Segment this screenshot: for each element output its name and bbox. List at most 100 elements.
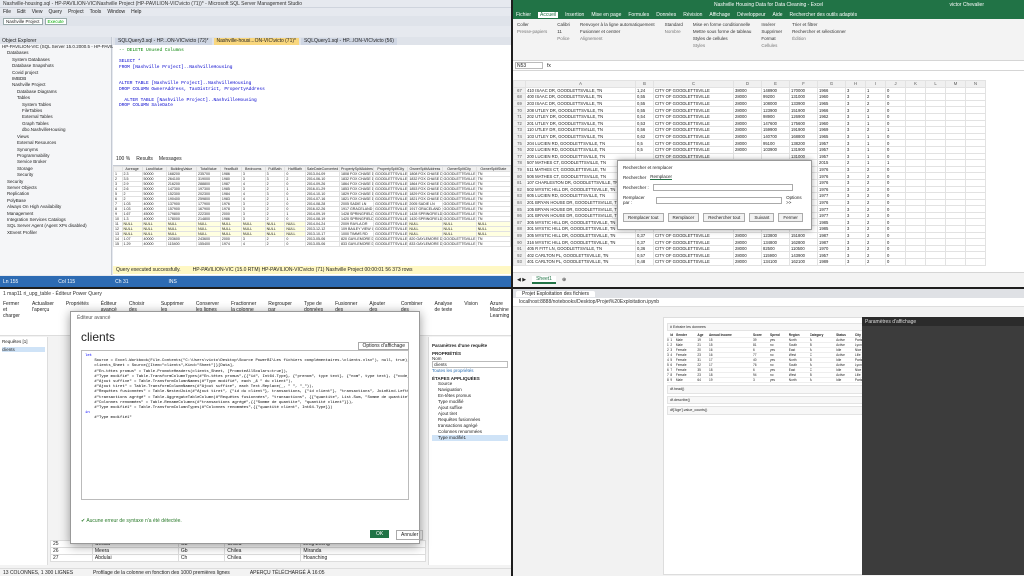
cell[interactable]: GOODLETTSVILLE	[373, 231, 409, 237]
cell[interactable]: Ch	[177, 554, 226, 562]
cell[interactable]	[905, 192, 926, 200]
cell[interactable]: CITY OF GOODLETTSVILLE	[653, 119, 734, 128]
row-number[interactable]: 71	[513, 112, 526, 121]
cell[interactable]: 1965	[817, 99, 846, 108]
cell[interactable]	[965, 205, 986, 213]
cell[interactable]: 3	[845, 112, 866, 121]
cell[interactable]: 0	[885, 251, 906, 260]
cell[interactable]: 3	[845, 165, 866, 174]
cell[interactable]: 3	[845, 231, 866, 240]
cell[interactable]: GOODLETTSVILLE	[373, 211, 409, 217]
cell[interactable]: 134100	[761, 258, 790, 266]
column-header[interactable]: H	[845, 80, 866, 88]
cell[interactable]: 820 GAYLEMORE DR	[407, 236, 443, 242]
cell[interactable]	[945, 99, 966, 108]
ribbon-button[interactable]: Calibri	[557, 22, 570, 27]
ribbon-button[interactable]: Actualiser l'aperçu	[32, 301, 54, 313]
cell[interactable]: 1957	[817, 139, 846, 147]
cell[interactable]: 2	[865, 211, 886, 220]
column-header[interactable]: BuildingValue	[165, 166, 198, 172]
cell[interactable]	[925, 225, 946, 233]
dialog-rechercher-tout-button[interactable]: Rechercher tout	[703, 213, 746, 222]
cell[interactable]: 99200	[761, 93, 790, 101]
cell[interactable]: Abdulai	[91, 554, 179, 562]
cell[interactable]: 400 ISAAC DR, GOODLETTSVILLE, TN	[525, 93, 636, 101]
cell[interactable]: 0,54	[635, 112, 654, 121]
cell[interactable]: 204 LUCIEN RD, GOODLETTSVILLE, TN	[525, 139, 636, 147]
cell[interactable]	[905, 218, 926, 227]
cell[interactable]: 3	[845, 238, 866, 246]
row-number[interactable]: 82	[513, 185, 526, 194]
code-cell[interactable]: # Extraire les donnees	[667, 323, 869, 332]
ribbon-button[interactable]: Coller	[517, 22, 547, 27]
cell[interactable]: GOODLETTSVILLE	[441, 191, 477, 197]
column-header[interactable]: D	[733, 80, 762, 88]
cell[interactable]: 1	[865, 152, 886, 161]
cell[interactable]: CITY OF GOODLETTSVILLE	[653, 106, 734, 114]
cell[interactable]	[925, 106, 946, 114]
cell[interactable]	[965, 99, 986, 108]
cell[interactable]: 0	[885, 152, 906, 161]
find-input[interactable]	[652, 184, 793, 191]
cell[interactable]: 0	[885, 198, 906, 207]
menu-item-edit[interactable]: Edit	[17, 9, 26, 15]
cell[interactable]	[925, 86, 946, 95]
cell[interactable]	[925, 185, 946, 194]
cell[interactable]: 123900	[761, 106, 790, 114]
cell[interactable]: 1977	[817, 192, 846, 200]
cell[interactable]	[635, 152, 654, 161]
cell[interactable]: Miranda	[300, 547, 426, 555]
cell[interactable]: CITY OF GOODLETTSVILLE	[653, 132, 734, 141]
ribbon-tab[interactable]: Rechercher des outils adaptés	[790, 12, 858, 18]
ribbon-button[interactable]: Supprimer	[761, 29, 782, 34]
cell[interactable]	[965, 185, 986, 194]
cell[interactable]: GOODLETTSVILLE	[373, 171, 409, 177]
cell[interactable]	[945, 152, 966, 161]
cell[interactable]: 28000	[733, 119, 762, 128]
cell[interactable]	[925, 205, 946, 213]
cell[interactable]	[945, 231, 966, 240]
cell[interactable]: 28000	[733, 132, 762, 141]
db-selector[interactable]: Nashville Project	[3, 17, 43, 25]
cell[interactable]: GOODLETTSVILLE	[441, 176, 477, 182]
dialog-fermer-button[interactable]: Fermer	[778, 213, 803, 222]
cell[interactable]: 202 UTLEY DR, GOODLETTSVILLE, TN	[525, 112, 636, 121]
cell[interactable]	[905, 106, 926, 114]
column-header[interactable]: J	[885, 80, 906, 88]
cell[interactable]: 0	[885, 225, 906, 233]
row-number[interactable]: 74	[513, 132, 526, 141]
cell[interactable]: 28000	[733, 99, 762, 108]
cell[interactable]: 0,57	[635, 251, 654, 260]
ribbon-button[interactable]: Format	[761, 36, 782, 41]
row-number[interactable]: 77	[513, 152, 526, 161]
editor-tab[interactable]: SQLQuery1.sql - HP...ION-VIC\victo (56)	[300, 37, 397, 45]
cell[interactable]: 1957	[817, 145, 846, 154]
cell[interactable]: GOODLETTSVILLE	[373, 206, 409, 212]
cell[interactable]: 1985	[817, 218, 846, 227]
cell[interactable]: 2	[264, 241, 286, 247]
cell[interactable]	[925, 211, 946, 220]
ribbon-button[interactable]: Mise en forme conditionnelle	[693, 22, 752, 27]
cell[interactable]: 2	[865, 126, 886, 134]
cell[interactable]: 28000	[733, 238, 762, 246]
row-number[interactable]: 90	[513, 238, 526, 246]
cell[interactable]: 1976	[817, 178, 846, 187]
cell[interactable]	[925, 238, 946, 246]
row-number[interactable]: 73	[513, 126, 526, 134]
cell[interactable]	[905, 185, 926, 194]
column-header[interactable]: PropertySplitCity	[373, 166, 409, 172]
cell[interactable]	[945, 218, 966, 227]
ribbon-tab[interactable]: Fichier	[516, 12, 531, 18]
cell[interactable]: 162800	[789, 238, 818, 246]
ribbon-button[interactable]: Fusionner et centrer	[580, 29, 655, 34]
cell[interactable]: 1864 FOX CHASE DR	[338, 181, 375, 187]
row-number[interactable]: 75	[513, 139, 526, 147]
row-number[interactable]: 79	[513, 165, 526, 174]
cell[interactable]: 2	[865, 258, 886, 266]
cell[interactable]: 1917 GRACELAND DR	[338, 206, 375, 212]
cell[interactable]: 3	[845, 86, 866, 95]
cell[interactable]	[965, 139, 986, 147]
cell[interactable]: 134800	[761, 238, 790, 246]
dialog-remplacer-button[interactable]: Remplacer	[667, 213, 700, 222]
tab-replace[interactable]: Remplacer	[650, 174, 673, 180]
